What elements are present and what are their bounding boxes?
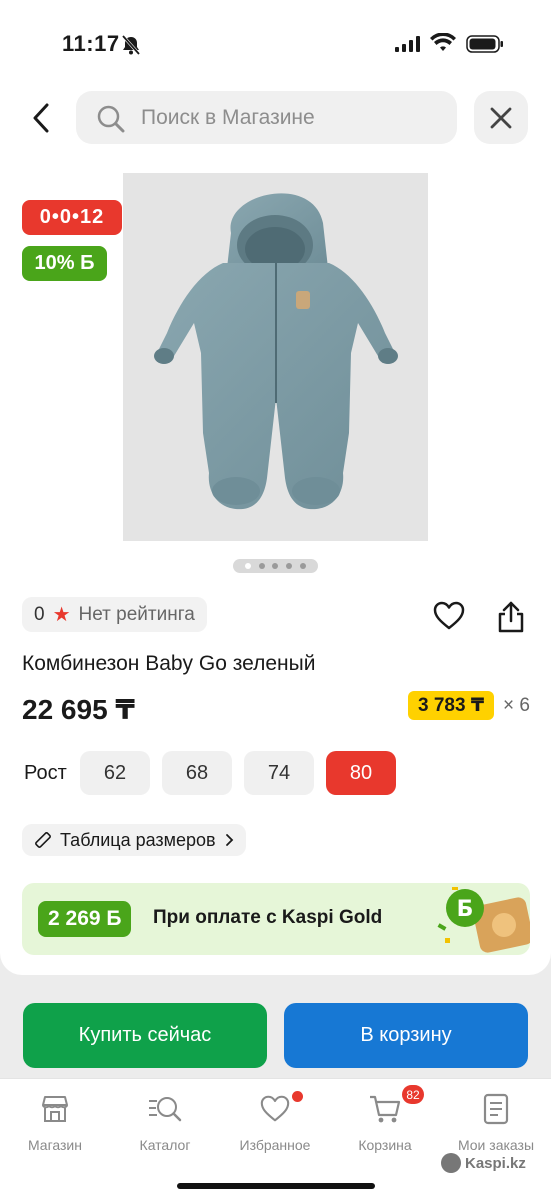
catalog-search-icon bbox=[147, 1091, 183, 1127]
share-icon bbox=[498, 601, 524, 633]
battery-icon bbox=[466, 35, 504, 58]
home-indicator[interactable] bbox=[177, 1183, 375, 1189]
promo-bonus-amount: 2 269 Б bbox=[38, 901, 132, 937]
heart-icon bbox=[259, 1091, 303, 1127]
size-option-74[interactable]: 74 bbox=[244, 751, 314, 795]
tab-cart[interactable]: 82 Корзина bbox=[335, 1085, 435, 1153]
bonus-badge: 10% Б bbox=[22, 246, 107, 281]
product-title: Комбинезон Baby Go зеленый bbox=[22, 652, 316, 675]
favorite-button[interactable] bbox=[432, 601, 466, 636]
size-option-80[interactable]: 80 bbox=[326, 751, 396, 795]
tab-store[interactable]: Магазин bbox=[5, 1091, 105, 1153]
search-icon bbox=[96, 104, 126, 139]
tab-label: Каталог bbox=[139, 1137, 191, 1153]
installment-months: × 6 bbox=[503, 695, 530, 716]
tab-orders[interactable]: Мои заказы bbox=[446, 1091, 546, 1153]
page-dot bbox=[272, 563, 279, 569]
ruler-icon bbox=[35, 832, 51, 848]
kaspi-gold-promo[interactable]: 2 269 Б При оплате с Kaspi Gold Б bbox=[22, 883, 530, 955]
kaspi-gold-card-icon: Б bbox=[437, 887, 530, 953]
search-input[interactable]: Поиск в Магазине bbox=[76, 91, 457, 144]
close-button[interactable] bbox=[474, 91, 528, 144]
chevron-left-icon bbox=[33, 103, 49, 133]
status-bar: 11:17 bbox=[0, 0, 551, 90]
back-button[interactable] bbox=[24, 98, 58, 138]
status-time: 11:17 bbox=[62, 31, 120, 56]
tab-label: Магазин bbox=[27, 1137, 82, 1153]
page-dot bbox=[300, 563, 307, 569]
product-price: 22 695 ₸ bbox=[22, 694, 135, 725]
tab-label: Корзина bbox=[358, 1137, 412, 1153]
wifi-icon bbox=[430, 32, 456, 58]
product-image[interactable] bbox=[123, 173, 428, 541]
page-dot bbox=[244, 563, 251, 569]
search-placeholder: Поиск в Магазине bbox=[141, 106, 315, 129]
size-label: Рост bbox=[24, 762, 67, 784]
size-table-link[interactable]: Таблица размеров bbox=[22, 824, 246, 856]
tab-catalog[interactable]: Каталог bbox=[115, 1091, 215, 1153]
timer-badge: 0•0•12 bbox=[22, 200, 122, 235]
tab-label: Избранное bbox=[239, 1137, 311, 1153]
size-option-62[interactable]: 62 bbox=[80, 751, 150, 795]
tab-bar: Магазин Каталог Избранное 82 Корзина Мои… bbox=[0, 1078, 551, 1200]
signal-icon bbox=[395, 36, 421, 57]
rating-chip[interactable]: 0 ★ Нет рейтинга bbox=[22, 597, 207, 632]
watermark-text: Kaspi.kz bbox=[465, 1154, 526, 1172]
page-dot bbox=[286, 563, 293, 569]
add-to-cart-button[interactable]: В корзину bbox=[284, 1003, 528, 1068]
close-icon bbox=[490, 107, 512, 128]
cart-count-badge: 82 bbox=[402, 1085, 424, 1104]
installment-price: 3 783 ₸ bbox=[408, 691, 495, 720]
buy-now-button[interactable]: Купить сейчас bbox=[23, 1003, 267, 1068]
kaspi-logo-icon bbox=[441, 1153, 461, 1173]
orders-icon bbox=[482, 1091, 510, 1127]
bell-muted-icon bbox=[120, 35, 142, 60]
size-table-label: Таблица размеров bbox=[60, 829, 216, 850]
watermark: Kaspi.kz bbox=[441, 1153, 526, 1173]
chevron-right-icon bbox=[225, 834, 233, 846]
cart-icon: 82 bbox=[368, 1085, 424, 1127]
favorites-notification-dot bbox=[292, 1091, 303, 1102]
image-pagination[interactable] bbox=[233, 559, 318, 573]
size-option-68[interactable]: 68 bbox=[162, 751, 232, 795]
page-dot bbox=[258, 563, 265, 569]
tab-favorites[interactable]: Избранное bbox=[225, 1091, 325, 1153]
promo-text: При оплате с Kaspi Gold bbox=[153, 907, 383, 928]
store-icon bbox=[39, 1091, 71, 1127]
star-icon: ★ bbox=[52, 604, 71, 626]
tab-label: Мои заказы bbox=[457, 1137, 535, 1153]
jumpsuit-illustration bbox=[154, 193, 398, 510]
rating-value: 0 bbox=[34, 603, 45, 625]
svg-text:Б: Б bbox=[457, 897, 474, 922]
heart-icon bbox=[433, 601, 465, 630]
share-button[interactable] bbox=[496, 600, 526, 639]
rating-label: Нет рейтинга bbox=[78, 603, 195, 625]
